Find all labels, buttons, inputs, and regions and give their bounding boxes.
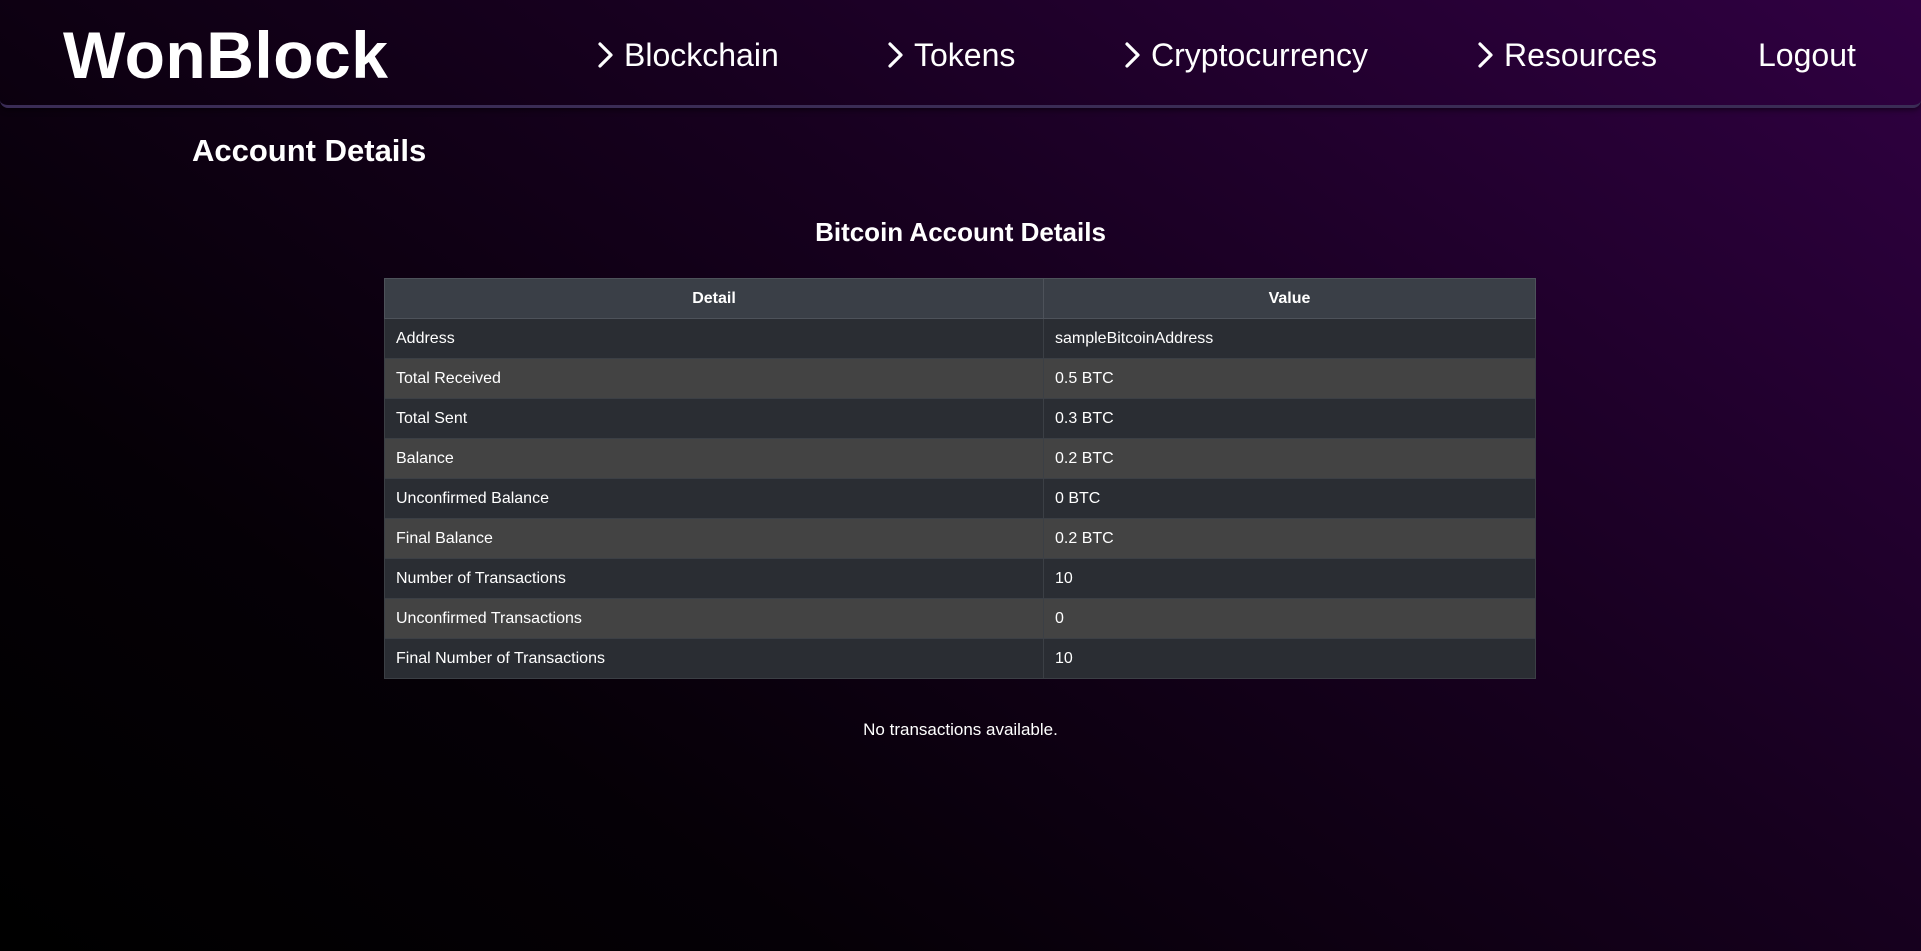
value-cell: 0 BTC: [1043, 478, 1536, 519]
table-row: Unconfirmed Balance 0 BTC: [384, 478, 1536, 519]
nav-item-label: Blockchain: [624, 36, 779, 73]
nav-item-label: Cryptocurrency: [1151, 36, 1368, 73]
detail-cell: Address: [384, 318, 1044, 359]
table-row: Balance 0.2 BTC: [384, 438, 1536, 479]
value-cell: sampleBitcoinAddress: [1043, 318, 1536, 359]
section-title: Bitcoin Account Details: [815, 217, 1106, 247]
logout-link[interactable]: Logout: [1758, 32, 1856, 78]
site-logo[interactable]: WonBlock: [63, 14, 388, 96]
table-row: Number of Transactions 10: [384, 558, 1536, 599]
column-header-detail: Detail: [384, 278, 1044, 319]
navbar: WonBlock Blockchain Tokens Cryptocurrenc…: [0, 0, 1921, 108]
detail-cell: Unconfirmed Transactions: [384, 598, 1044, 639]
detail-cell: Number of Transactions: [384, 558, 1044, 599]
nav-item-resources[interactable]: Resources: [1474, 32, 1657, 78]
table-row: Address sampleBitcoinAddress: [384, 318, 1536, 359]
detail-cell: Balance: [384, 438, 1044, 479]
nav-item-label: Tokens: [914, 36, 1016, 73]
value-cell: 0.3 BTC: [1043, 398, 1536, 439]
detail-cell: Final Number of Transactions: [384, 638, 1044, 679]
nav-item-cryptocurrency[interactable]: Cryptocurrency: [1121, 32, 1368, 78]
chevron-right-icon: [884, 40, 908, 70]
value-cell: 10: [1043, 638, 1536, 679]
nav-item-tokens[interactable]: Tokens: [884, 32, 1015, 78]
value-cell: 0.2 BTC: [1043, 518, 1536, 559]
value-cell: 10: [1043, 558, 1536, 599]
value-cell: 0.5 BTC: [1043, 358, 1536, 399]
table-row: Unconfirmed Transactions 0: [384, 598, 1536, 639]
detail-cell: Unconfirmed Balance: [384, 478, 1044, 519]
value-cell: 0.2 BTC: [1043, 438, 1536, 479]
nav-item-blockchain[interactable]: Blockchain: [594, 32, 779, 78]
column-header-value: Value: [1043, 278, 1536, 319]
account-details-table: Detail Value Address sampleBitcoinAddres…: [384, 278, 1536, 679]
detail-cell: Total Received: [384, 358, 1044, 399]
chevron-right-icon: [594, 40, 618, 70]
table-row: Final Number of Transactions 10: [384, 638, 1536, 679]
table-row: Total Received 0.5 BTC: [384, 358, 1536, 399]
value-cell: 0: [1043, 598, 1536, 639]
table-row: Total Sent 0.3 BTC: [384, 398, 1536, 439]
table-header-row: Detail Value: [384, 278, 1536, 319]
page-title: Account Details: [192, 133, 427, 168]
no-transactions-message: No transactions available.: [863, 720, 1058, 739]
detail-cell: Final Balance: [384, 518, 1044, 559]
chevron-right-icon: [1474, 40, 1498, 70]
chevron-right-icon: [1121, 40, 1145, 70]
table-row: Final Balance 0.2 BTC: [384, 518, 1536, 559]
nav-item-label: Resources: [1504, 36, 1657, 73]
detail-cell: Total Sent: [384, 398, 1044, 439]
